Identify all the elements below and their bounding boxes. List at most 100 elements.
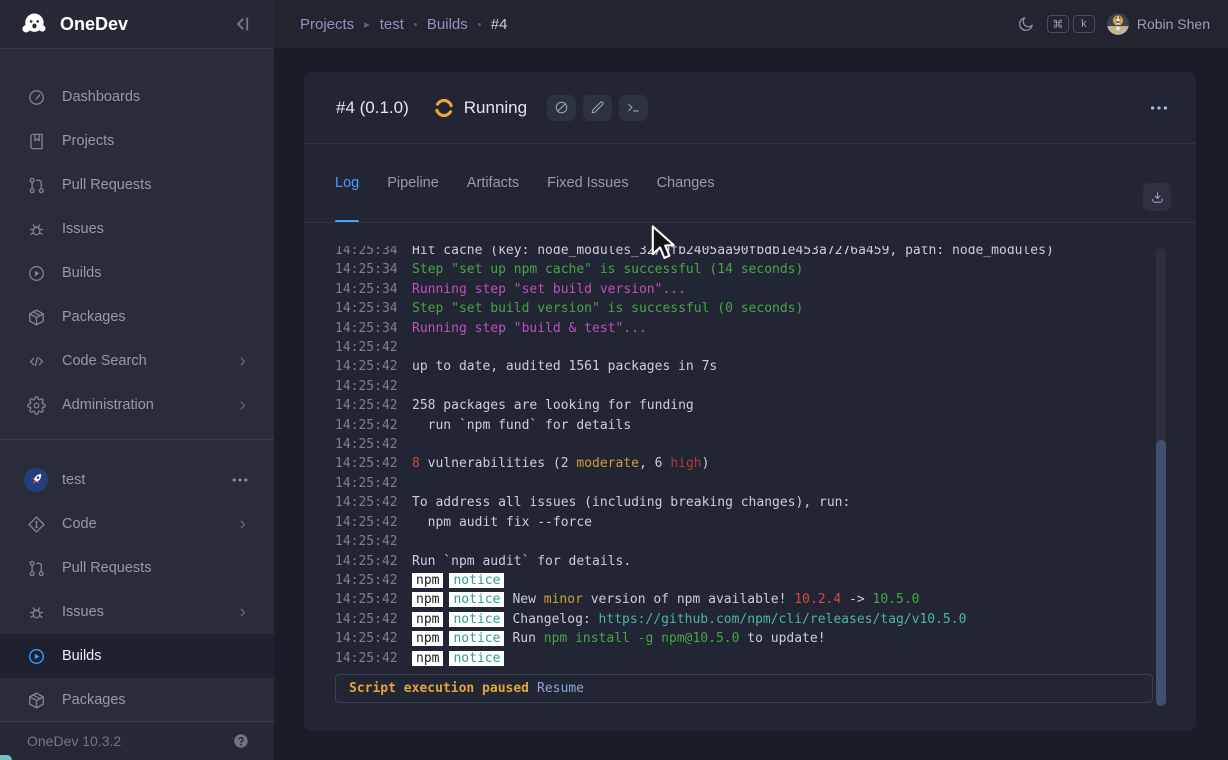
book-icon [27,132,46,151]
sidebar-item-packages[interactable]: Packages [0,295,274,339]
breadcrumb-separator: ▸ [364,18,370,31]
log-line: 14:25:42 [335,435,1140,454]
log-timestamp: 14:25:42 [335,416,412,435]
git-diamond-icon [27,515,46,534]
log-line: 14:25:42To address all issues (including… [335,493,1140,512]
sidebar-item-dashboards[interactable]: Dashboards [0,75,274,119]
log-timestamp: 14:25:34 [335,246,412,260]
terminal-button[interactable] [619,95,648,121]
sidebar-item-projects[interactable]: Projects [0,119,274,163]
log-timestamp: 14:25:42 [335,396,412,415]
tab-artifacts[interactable]: Artifacts [467,143,519,222]
log-line: 14:25:42 [335,377,1140,396]
breadcrumb-projects[interactable]: Projects [300,16,354,33]
log-timestamp: 14:25:42 [335,454,412,473]
build-header: #4 (0.1.0) Running [336,72,1170,143]
log-timestamp: 14:25:42 [335,610,412,629]
code-icon [27,352,46,371]
chevron-right-icon [235,398,250,413]
project-more-icon[interactable] [230,470,250,490]
tab-pipeline[interactable]: Pipeline [387,143,439,222]
sidebar: OneDev DashboardsProjectsPull RequestsIs… [0,0,274,760]
log-timestamp: 14:25:42 [335,474,412,493]
sidebar-item-administration[interactable]: Administration [0,383,274,427]
log-line: 14:25:428 vulnerabilities (2 moderate, 6… [335,454,1140,473]
breadcrumb-test[interactable]: test [380,16,404,33]
package-icon [27,691,46,710]
log-timestamp: 14:25:42 [335,357,412,376]
chevron-right-icon [235,605,250,620]
log-scrollbar-thumb[interactable] [1156,440,1166,706]
log-timestamp: 14:25:42 [335,552,412,571]
brand-name: OneDev [60,14,232,35]
breadcrumb-separator [478,23,481,26]
breadcrumb: Projects ▸ test Builds #4 [300,16,1017,33]
build-status: Running [464,98,527,118]
log-line: 14:25:34Running step "set build version"… [335,280,1140,299]
tab-changes[interactable]: Changes [657,143,715,222]
edit-build-button[interactable] [583,95,612,121]
terminal-icon [626,100,641,115]
log-timestamp: 14:25:34 [335,260,412,279]
sidebar-item-issues[interactable]: Issues [0,207,274,251]
more-options-icon[interactable] [1148,97,1170,119]
log-line: 14:25:42npmnotice [335,571,1140,590]
sidebar-project-nav: CodePull RequestsIssuesBuildsPackages [0,502,274,722]
sidebar-item-code-search[interactable]: Code Search [0,339,274,383]
chevron-right-icon [235,517,250,532]
log-line: 14:25:42 [335,338,1140,357]
breadcrumb-separator [414,23,417,26]
sidebar-main-nav: DashboardsProjectsPull RequestsIssuesBui… [0,75,274,427]
log-line: 14:25:34Step "set build version" is succ… [335,299,1140,318]
sidebar-item-builds[interactable]: Builds [0,251,274,295]
build-log: 14:25:34Hit cache (key: node_modules_32/… [335,246,1140,668]
sidebar-item-issues[interactable]: Issues [0,590,274,634]
build-card: #4 (0.1.0) Running Log Pipeline Artifacts F… [304,72,1196,731]
onedev-logo-icon [20,10,48,38]
log-line: 14:25:42Run `npm audit` for details. [335,552,1140,571]
sidebar-item-code[interactable]: Code [0,502,274,546]
sidebar-footer: OneDev 10.3.2 [0,721,274,760]
topbar-actions: ⌘k [1017,13,1210,35]
log-timestamp: 14:25:42 [335,435,412,454]
build-title: #4 (0.1.0) [336,98,409,118]
gear-icon [27,396,46,415]
running-spinner-icon [433,97,455,119]
log-line: 14:25:42 [335,474,1140,493]
sidebar-item-builds[interactable]: Builds [0,634,274,678]
pencil-icon [590,100,605,115]
log-timestamp: 14:25:42 [335,338,412,357]
log-line: 14:25:42 npm audit fix --force [335,513,1140,532]
log-line: 14:25:42npmnoticeRun npm install -g npm@… [335,629,1140,648]
tab-fixed-issues[interactable]: Fixed Issues [547,143,628,222]
tab-log[interactable]: Log [335,143,359,222]
log-line: 14:25:42npmnoticeNew minor version of np… [335,590,1140,609]
log-line: 14:25:42 run `npm fund` for details [335,416,1140,435]
sidebar-item-packages[interactable]: Packages [0,678,274,722]
shortcut-key: k [1073,15,1095,33]
sidebar-project-section: test CodePull RequestsIssuesBuildsPackag… [0,458,274,722]
log-timestamp: 14:25:42 [335,649,412,668]
ban-icon [554,100,569,115]
sidebar-collapse-icon[interactable] [232,13,254,35]
user-avatar [1107,13,1129,35]
sidebar-item-pull-requests[interactable]: Pull Requests [0,163,274,207]
log-timestamp: 14:25:42 [335,590,412,609]
sidebar-header: OneDev [0,0,274,49]
user-menu[interactable]: Robin Shen [1107,13,1210,35]
cancel-build-button[interactable] [547,95,576,121]
breadcrumb-builds[interactable]: Builds [427,16,468,33]
sidebar-item-pull-requests[interactable]: Pull Requests [0,546,274,590]
tabs-divider [304,222,1196,223]
shortcut-keys[interactable]: ⌘k [1047,15,1095,33]
build-tabs: Log Pipeline Artifacts Fixed Issues Changes [335,143,715,222]
paused-text: Script execution paused [349,681,529,696]
chevron-right-icon [235,354,250,369]
log-line: 14:25:42 [335,532,1140,551]
resume-link[interactable]: Resume [537,681,584,696]
breadcrumb--4: #4 [491,16,508,33]
sidebar-project-row[interactable]: test [0,458,274,502]
download-log-button[interactable] [1143,183,1171,211]
dark-mode-icon[interactable] [1017,15,1035,33]
help-icon[interactable] [232,732,250,750]
